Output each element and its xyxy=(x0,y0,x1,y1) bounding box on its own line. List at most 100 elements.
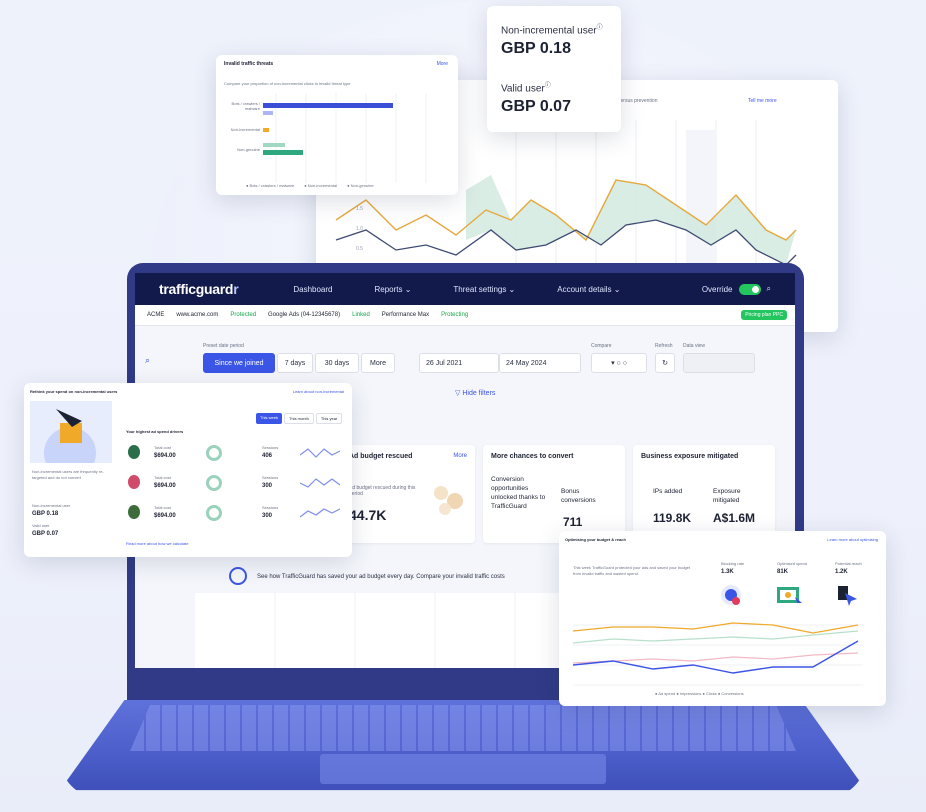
data-view-select[interactable] xyxy=(683,353,755,373)
tab-this-week[interactable]: This week xyxy=(256,413,283,424)
hide-filters-link[interactable]: ▽ Hide filters xyxy=(455,389,495,397)
bonus-label: Bonus conversions xyxy=(561,488,596,504)
avatar xyxy=(128,445,140,459)
metric-value: 81K xyxy=(777,569,789,575)
more-chances-card: More chances to convert Conversion oppor… xyxy=(483,445,625,543)
ips-label: IPs added xyxy=(653,488,683,495)
refresh-label: Refresh xyxy=(655,343,673,349)
date-from-input[interactable]: 26 Jul 2021 xyxy=(419,353,499,373)
persona-value: GBP 0.18 xyxy=(32,511,59,517)
exposure-label: Exposure mitigated xyxy=(713,488,741,504)
persona-value-caption: Non-incremental user xyxy=(32,503,71,508)
optimise-link[interactable]: Learn more about optimising xyxy=(827,537,878,542)
non-incremental-value: GBP 0.18 xyxy=(501,40,571,57)
budget-value: 44.7K xyxy=(349,507,387,523)
tab-this-year[interactable]: This year xyxy=(315,413,343,424)
sessions-label: Sessions xyxy=(262,445,279,450)
override-toggle[interactable] xyxy=(738,283,761,295)
persona-tabs: This week This month This year xyxy=(256,413,343,424)
optimise-legend: ● Ad spend ● Impressions ● Clicks ● Conv… xyxy=(655,691,744,696)
metric-label: Potential reach xyxy=(835,561,862,566)
ads-account[interactable]: Google Ads (04-12345678) xyxy=(268,312,340,318)
row-label-nongenuine: Non-genuine xyxy=(237,147,260,152)
legend-item: ● Non-genuine xyxy=(347,183,374,188)
invalid-traffic-legend: ● Bots / crawlers / malware ● Non-increm… xyxy=(246,183,374,188)
sessions-value: 406 xyxy=(262,453,273,459)
exposure-title: Business exposure mitigated xyxy=(641,453,739,460)
account-name[interactable]: ACME xyxy=(147,312,164,318)
sparkline xyxy=(300,478,340,488)
data-view-label: Data view xyxy=(683,343,705,349)
segments-title: Your highest ad spend drivers xyxy=(126,429,184,434)
persona-illustration xyxy=(30,401,112,463)
nav-account-details[interactable]: Account details ⌄ xyxy=(557,285,620,294)
shield-icon xyxy=(721,585,741,605)
search-icon[interactable]: ⌕ xyxy=(767,284,771,294)
donut-chart xyxy=(206,475,222,491)
30-days-button[interactable]: 30 days xyxy=(315,353,359,373)
avatar xyxy=(128,475,140,489)
ips-value: 119.8K xyxy=(653,511,692,525)
persona-value2-caption: Valid user xyxy=(32,523,50,528)
persona-row: Total cost $694.00 Sessions 300 xyxy=(124,471,344,501)
trafficguard-logo: trafficguardr xyxy=(159,281,239,297)
override-label: Override xyxy=(701,284,733,294)
donut-chart xyxy=(206,445,222,461)
savings-icon xyxy=(229,567,247,585)
svg-text:0.5: 0.5 xyxy=(356,246,363,252)
nav-threat-settings[interactable]: Threat settings ⌄ xyxy=(453,285,515,294)
sidebar-search-icon[interactable]: ⌕ xyxy=(145,355,150,366)
ads-status: Linked xyxy=(352,312,370,318)
metric-label: Optimised spend xyxy=(777,561,808,566)
row-label-nonincremental: Non-incremental xyxy=(230,127,260,132)
invalid-traffic-card: Invalid traffic threats More Compare you… xyxy=(216,55,458,195)
optimising-budget-card: Optimising your budget & reach Learn mor… xyxy=(559,531,886,706)
site-name[interactable]: www.acme.com xyxy=(176,312,218,318)
sparkline xyxy=(300,508,340,518)
date-to-input[interactable]: 24 May 2024 xyxy=(499,353,581,373)
spend-value: $694.00 xyxy=(154,453,176,459)
period-label: Preset date period xyxy=(203,343,244,349)
7-days-button[interactable]: 7 days xyxy=(277,353,313,373)
row-label-bots: Bots / crawlers / malware xyxy=(231,101,260,111)
budget-more-link[interactable]: More xyxy=(453,453,467,459)
pricing-plan-badge[interactable]: Pricing plan PPC xyxy=(741,310,787,320)
tab-this-month[interactable]: This month xyxy=(284,413,314,424)
budget-rescued-card: Ad budget rescued More Ad budget rescued… xyxy=(345,445,475,543)
savings-banner-text: See how TrafficGuard has saved your ad b… xyxy=(257,574,505,580)
svg-text:1.0: 1.0 xyxy=(356,226,363,232)
nav-reports[interactable]: Reports ⌄ xyxy=(374,285,411,294)
budget-sub: Ad budget rescued during this period xyxy=(349,485,416,497)
touchpad xyxy=(320,754,606,784)
conv-title: More chances to convert xyxy=(491,453,574,460)
persona-desc: Non-incremental users are frequently re-… xyxy=(32,469,104,480)
metric-value: 1.3K xyxy=(721,569,734,575)
metric-label: Blocking rate xyxy=(721,561,745,566)
more-periods-button[interactable]: More xyxy=(361,353,395,373)
persona-footer-link[interactable]: Read more about how we calculate xyxy=(126,541,188,546)
persona-link[interactable]: Learn about non-incremental xyxy=(293,389,344,394)
invalid-traffic-bars xyxy=(263,93,427,183)
spend-label: Total cost xyxy=(154,475,171,480)
non-incremental-label: Non-incremental userⓘ xyxy=(501,25,603,37)
persona-value2: GBP 0.07 xyxy=(32,531,59,537)
budget-title: Ad budget rescued xyxy=(349,453,413,460)
cost-per-user-card: Non-incremental userⓘ GBP 0.18 Valid use… xyxy=(487,6,621,132)
account-bar: ACME www.acme.com Protected Google Ads (… xyxy=(135,305,795,326)
spend-value: $694.00 xyxy=(154,513,176,519)
sessions-value: 300 xyxy=(262,483,273,489)
compare-controls[interactable]: ▾ ○ ○ xyxy=(591,353,647,373)
persona-title: Rethink your spend on non-incremental us… xyxy=(30,389,118,394)
nav-dashboard[interactable]: Dashboard xyxy=(293,285,332,294)
override-control: Override ⌕ xyxy=(701,283,771,295)
top-nav: trafficguardr Dashboard Reports ⌄ Threat… xyxy=(135,273,795,305)
since-joined-button[interactable]: Since we joined xyxy=(203,353,275,373)
campaign-name[interactable]: Performance Max xyxy=(382,312,429,318)
legend-item: ● Non-incremental xyxy=(304,183,338,188)
spend-label: Total cost xyxy=(154,505,171,510)
compare-label: Compare xyxy=(591,343,612,349)
persona-row: Total cost $694.00 Sessions 406 xyxy=(124,441,344,471)
refresh-icon[interactable]: ↻ xyxy=(655,353,675,373)
valid-user-label: Valid userⓘ xyxy=(501,83,551,95)
sessions-label: Sessions xyxy=(262,505,279,510)
